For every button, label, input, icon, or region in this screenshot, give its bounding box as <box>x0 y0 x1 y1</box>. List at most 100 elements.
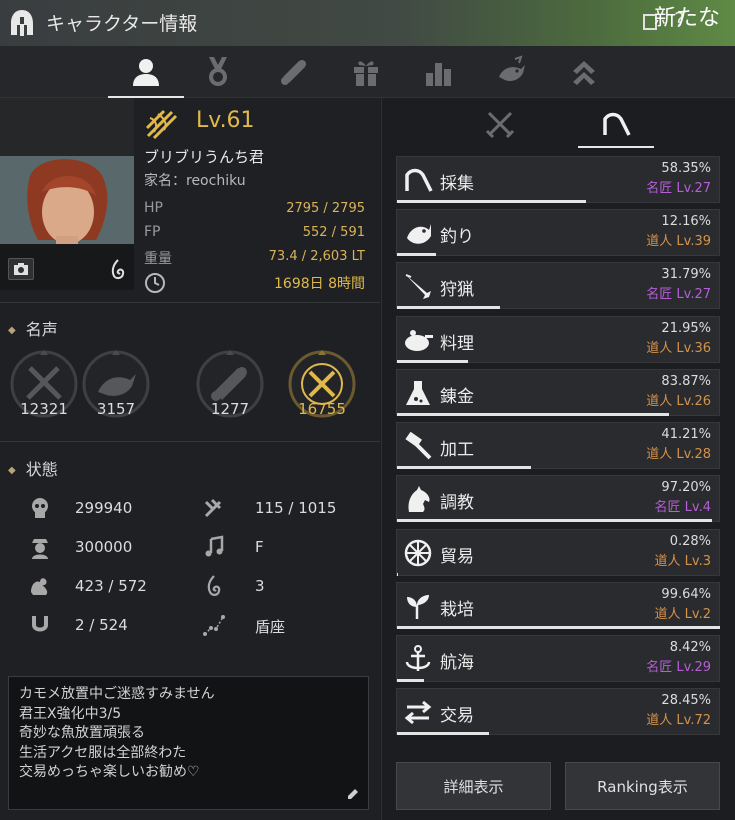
life-skill-alchemy[interactable]: 錬金 83.87% 道人 Lv.26 <box>396 369 720 416</box>
skill-rank: 道人 Lv.26 <box>646 394 711 409</box>
wheel-icon <box>404 539 432 567</box>
tab-combat[interactable] <box>462 98 538 150</box>
skill-percent: 8.42% <box>669 640 711 655</box>
family-name: 家名：reochiku <box>144 173 246 189</box>
sickle-icon <box>603 112 631 136</box>
hp-label: HP <box>144 200 163 216</box>
skill-progress-bar <box>397 200 587 203</box>
fp-label: FP <box>144 224 161 240</box>
skill-percent: 0.28% <box>669 534 711 549</box>
life-skill-gathering[interactable]: 採集 58.35% 名匠 Lv.27 <box>396 156 720 203</box>
helmet-icon <box>11 10 33 36</box>
skill-rank: 名匠 Lv.4 <box>654 500 711 515</box>
status-header: ◆ 状態 <box>8 460 58 479</box>
life-skill-fishing[interactable]: 釣り 12.16% 道人 Lv.39 <box>396 209 720 256</box>
stat-value: 2 / 524 <box>75 616 128 634</box>
life-skill-processing[interactable]: 加工 41.21% 道人 Lv.28 <box>396 422 720 469</box>
skill-name: 調教 <box>440 493 474 513</box>
profile-icon <box>133 59 159 86</box>
skill-name: 貿易 <box>440 547 474 567</box>
memo-line: 奇妙な魚放置頑張る <box>19 725 145 741</box>
life-skill-training[interactable]: 調教 97.20% 名匠 Lv.4 <box>396 475 720 522</box>
playtime-value: 1698日 8時間 <box>274 276 365 292</box>
life-skill-sailing[interactable]: 航海 8.42% 名匠 Lv.29 <box>396 635 720 682</box>
soldier-icon <box>32 539 48 559</box>
skill-percent: 28.45% <box>661 693 711 708</box>
skill-rank: 名匠 Lv.27 <box>646 181 711 196</box>
weight-value: 73.4 / 2,603 LT <box>268 249 365 264</box>
hp-value: 2795 / 2795 <box>286 201 365 216</box>
constellation-icon <box>203 615 225 636</box>
life-skill-farming[interactable]: 栽培 99.64% 道人 Lv.2 <box>396 582 720 629</box>
skill-rank: 道人 Lv.39 <box>646 234 711 249</box>
detail-button[interactable]: 詳細表示 <box>396 762 551 810</box>
skill-progress-bar <box>397 626 720 629</box>
fish-icon <box>407 224 431 244</box>
skill-percent: 41.21% <box>661 427 711 442</box>
tab-statistics[interactable] <box>400 46 476 98</box>
life-skill-hunting[interactable]: 狩猟 31.79% 名匠 Lv.27 <box>396 262 720 309</box>
skill-percent: 12.16% <box>661 214 711 229</box>
sprout-icon <box>407 595 429 619</box>
skill-progress-bar <box>397 413 669 416</box>
stat-value: 115 / 1015 <box>255 499 337 517</box>
memo-line: 生活アクセ服は全部終わた <box>19 744 187 761</box>
flame-swirl-icon[interactable] <box>108 258 128 280</box>
tab-scroll[interactable] <box>256 46 332 98</box>
sickle-icon <box>405 168 433 192</box>
life-skill-panel: 採集 58.35% 名匠 Lv.27 釣り 12.16% 道人 Lv.39 狩猟 31.79%… <box>381 98 735 820</box>
tab-gift[interactable] <box>328 46 404 98</box>
skill-rank: 道人 Lv.72 <box>646 713 711 728</box>
memo-textarea[interactable]: カモメ放置中ご迷惑すみません 君王X強化中3/5 奇妙な魚放置頑張る 生活アクセ… <box>8 676 369 810</box>
fame-fishing[interactable]: 3157 <box>80 348 152 420</box>
life-skill-trade[interactable]: 貿易 0.28% 道人 Lv.3 <box>396 529 720 576</box>
music-note-icon <box>205 535 224 557</box>
skill-progress-bar <box>397 360 469 363</box>
skill-rank: 道人 Lv.36 <box>646 341 711 356</box>
stat-value: F <box>255 538 264 556</box>
skull-icon <box>32 498 48 518</box>
pencil-icon[interactable] <box>346 787 360 801</box>
tab-medal[interactable] <box>180 46 256 98</box>
character-level: Lv.61 <box>196 108 255 133</box>
level-emblem-icon <box>145 109 178 140</box>
fame-value: 3157 <box>96 400 136 418</box>
skill-rank: 名匠 Lv.29 <box>646 660 711 675</box>
screenshot-button[interactable] <box>8 258 34 280</box>
life-skill-bartering[interactable]: 交易 28.45% 道人 Lv.72 <box>396 688 720 735</box>
tab-life[interactable] <box>578 98 654 150</box>
cooking-icon <box>405 330 433 351</box>
weight-label: 重量 <box>144 251 172 267</box>
skill-progress-bar <box>397 573 398 576</box>
horse-head-icon <box>408 486 430 512</box>
rifle-icon <box>405 274 431 299</box>
flame-icon <box>207 575 221 596</box>
skill-name: 錬金 <box>440 387 474 407</box>
character-panel: Lv.61 ブリブリうんち君 家名：reochiku HP 2795 / 279… <box>0 98 380 820</box>
title-bar: キャラクター情報 ? 新たな <box>0 0 735 46</box>
hammer-icon <box>405 431 432 460</box>
stat-value: 423 / 572 <box>75 577 147 595</box>
life-skill-cooking[interactable]: 料理 21.95% 道人 Lv.36 <box>396 316 720 363</box>
fp-value: 552 / 591 <box>302 225 365 240</box>
skill-progress-bar <box>397 253 437 256</box>
fame-life[interactable]: 16755 <box>286 348 358 420</box>
exchange-arrows-icon <box>404 700 432 725</box>
skill-name: 採集 <box>440 174 474 194</box>
clock-icon <box>145 273 165 293</box>
ranking-button[interactable]: Ranking表示 <box>565 762 720 810</box>
memo-line: カモメ放置中ご迷惑すみません <box>19 686 215 702</box>
fame-value: 1277 <box>210 400 250 418</box>
crossed-swords-icon <box>485 111 515 139</box>
skill-name: 加工 <box>440 440 474 460</box>
skill-rank: 道人 Lv.3 <box>654 554 711 569</box>
tab-profile[interactable] <box>108 46 184 98</box>
fame-value: 16755 <box>298 400 346 418</box>
bar-chart-icon <box>426 63 451 86</box>
fame-knowledge[interactable]: 1277 <box>194 348 266 420</box>
tab-rank[interactable] <box>546 46 622 98</box>
skill-percent: 31.79% <box>661 267 711 282</box>
skill-percent: 99.64% <box>661 587 711 602</box>
stat-value: 3 <box>255 577 265 595</box>
tab-fishing[interactable] <box>474 46 550 98</box>
